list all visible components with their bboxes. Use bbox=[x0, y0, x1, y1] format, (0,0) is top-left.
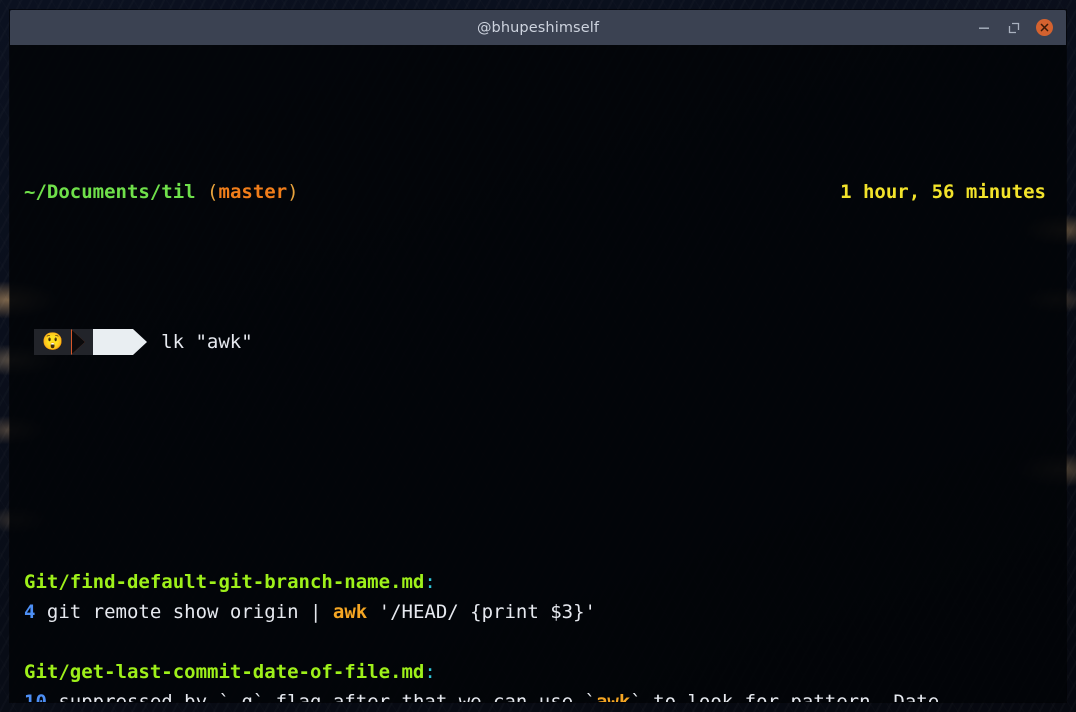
powerline-emoji-segment: 😲 bbox=[34, 329, 72, 355]
prompt-header-row: ~/Documents/til (master) 1 hour, 56 minut… bbox=[24, 177, 1060, 207]
result-text-before-match: suppressed by `-q` flag after that we ca… bbox=[46, 691, 596, 702]
terminal-body[interactable]: ~/Documents/til (master) 1 hour, 56 minut… bbox=[10, 45, 1066, 702]
result-group-spacer bbox=[24, 627, 1060, 657]
result-filename-colon: : bbox=[424, 571, 436, 593]
result-line-number: 4 bbox=[24, 601, 36, 623]
prompt-paren-open: ( bbox=[207, 181, 219, 203]
result-match-term: awk bbox=[595, 691, 631, 702]
maximize-icon[interactable] bbox=[1006, 20, 1022, 36]
powerline-tip-icon bbox=[133, 329, 148, 355]
result-filename[interactable]: Git/find-default-git-branch-name.md bbox=[24, 571, 424, 593]
prompt-paren-close: ) bbox=[287, 181, 299, 203]
window-controls bbox=[976, 19, 1066, 36]
minimize-icon[interactable] bbox=[976, 20, 992, 36]
result-line-number: 10 bbox=[24, 691, 47, 702]
close-icon[interactable] bbox=[1036, 19, 1053, 36]
result-match-row[interactable]: 4 git remote show origin | awk '/HEAD/ {… bbox=[24, 597, 1060, 627]
powerline-prompt: 😲 bbox=[34, 329, 148, 355]
prompt-git-branch: master bbox=[218, 181, 288, 203]
result-file-row: Git/get-last-commit-date-of-file.md: bbox=[24, 657, 1060, 687]
result-filename-colon: : bbox=[424, 661, 436, 683]
title-bar[interactable]: @bhupeshimself bbox=[10, 10, 1066, 45]
result-file-row: Git/find-default-git-branch-name.md: bbox=[24, 567, 1060, 597]
result-match-row[interactable]: 10 suppressed by `-q` flag after that we… bbox=[24, 687, 1060, 702]
typed-command[interactable]: lk "awk" bbox=[161, 327, 253, 357]
result-text-after-match: ` to look for pattern _Date bbox=[630, 691, 940, 702]
prompt-command-row: 😲 lk "awk" bbox=[24, 327, 1060, 357]
search-results: Git/find-default-git-branch-name.md: 4 gi… bbox=[24, 567, 1060, 702]
powerline-light-segment bbox=[93, 329, 134, 355]
prompt-cwd: ~/Documents/til bbox=[24, 181, 196, 203]
result-filename[interactable]: Git/get-last-commit-date-of-file.md bbox=[24, 661, 424, 683]
result-text-after-match: '/HEAD/ {print $3}' bbox=[367, 601, 596, 623]
terminal-content: ~/Documents/til (master) 1 hour, 56 minut… bbox=[10, 57, 1066, 702]
result-text-before-match: git remote show origin | bbox=[35, 601, 333, 623]
terminal-window: @bhupeshimself ~/Documents/til (master) 1… bbox=[10, 10, 1066, 702]
result-match-term: awk bbox=[332, 601, 368, 623]
astonished-face-icon: 😲 bbox=[42, 331, 64, 352]
powerline-arrow-icon bbox=[71, 329, 94, 355]
prompt-timer: 1 hour, 56 minutes bbox=[840, 181, 1046, 203]
window-title: @bhupeshimself bbox=[476, 19, 600, 36]
